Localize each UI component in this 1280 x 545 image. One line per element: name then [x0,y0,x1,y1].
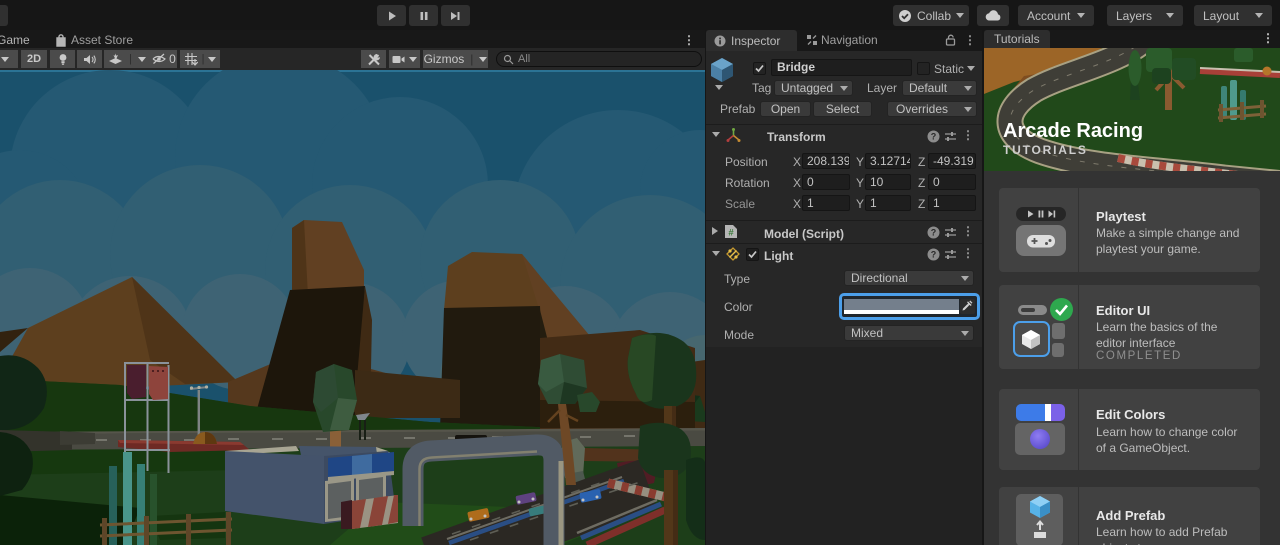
svg-text:?: ? [931,131,937,141]
svg-text:TUTORIALS: TUTORIALS [1003,143,1088,157]
svg-text:?: ? [931,249,937,259]
svg-text:?: ? [931,227,937,237]
svg-text:Arcade Racing: Arcade Racing [1003,120,1143,142]
svg-text:#: # [728,228,734,239]
